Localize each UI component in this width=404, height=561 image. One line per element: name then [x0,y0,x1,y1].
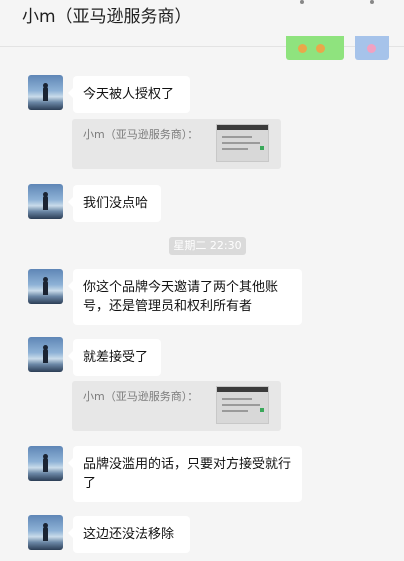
sticker-thumbnail[interactable] [286,36,344,60]
message-bubble[interactable]: 今天被人授权了 [68,76,190,113]
screenshot-thumbnail[interactable] [216,124,269,162]
avatar[interactable] [28,446,63,481]
quoted-message[interactable]: 小m（亚马逊服务商）： [72,381,281,431]
avatar[interactable] [28,75,63,110]
message-bubble[interactable]: 我们没点哈 [68,185,161,222]
quote-sender: 小m（亚马逊服务商）： [83,390,199,403]
avatar[interactable] [28,269,63,304]
avatar[interactable] [28,184,63,219]
sticker-thumbnail[interactable] [355,36,389,60]
message-bubble[interactable]: 这边还没法移除 [68,516,190,553]
window-control-icon[interactable] [300,0,304,4]
message-bubble[interactable]: 就差接受了 [68,339,161,376]
message-bubble[interactable]: 品牌没滥用的话，只要对方接受就行了 [68,446,302,502]
avatar[interactable] [28,337,63,372]
quoted-message[interactable]: 小m（亚马逊服务商）： [72,119,281,169]
timestamp: 星期二 22:30 [169,237,246,255]
message-bubble[interactable]: 你这个品牌今天邀请了两个其他账号，还是管理员和权利所有者 [68,269,302,325]
chat-title[interactable]: 小m（亚马逊服务商） [22,6,192,28]
avatar[interactable] [28,515,63,550]
screenshot-thumbnail[interactable] [216,386,269,424]
quote-sender: 小m（亚马逊服务商）： [83,128,199,141]
window-control-icon[interactable] [370,0,374,4]
